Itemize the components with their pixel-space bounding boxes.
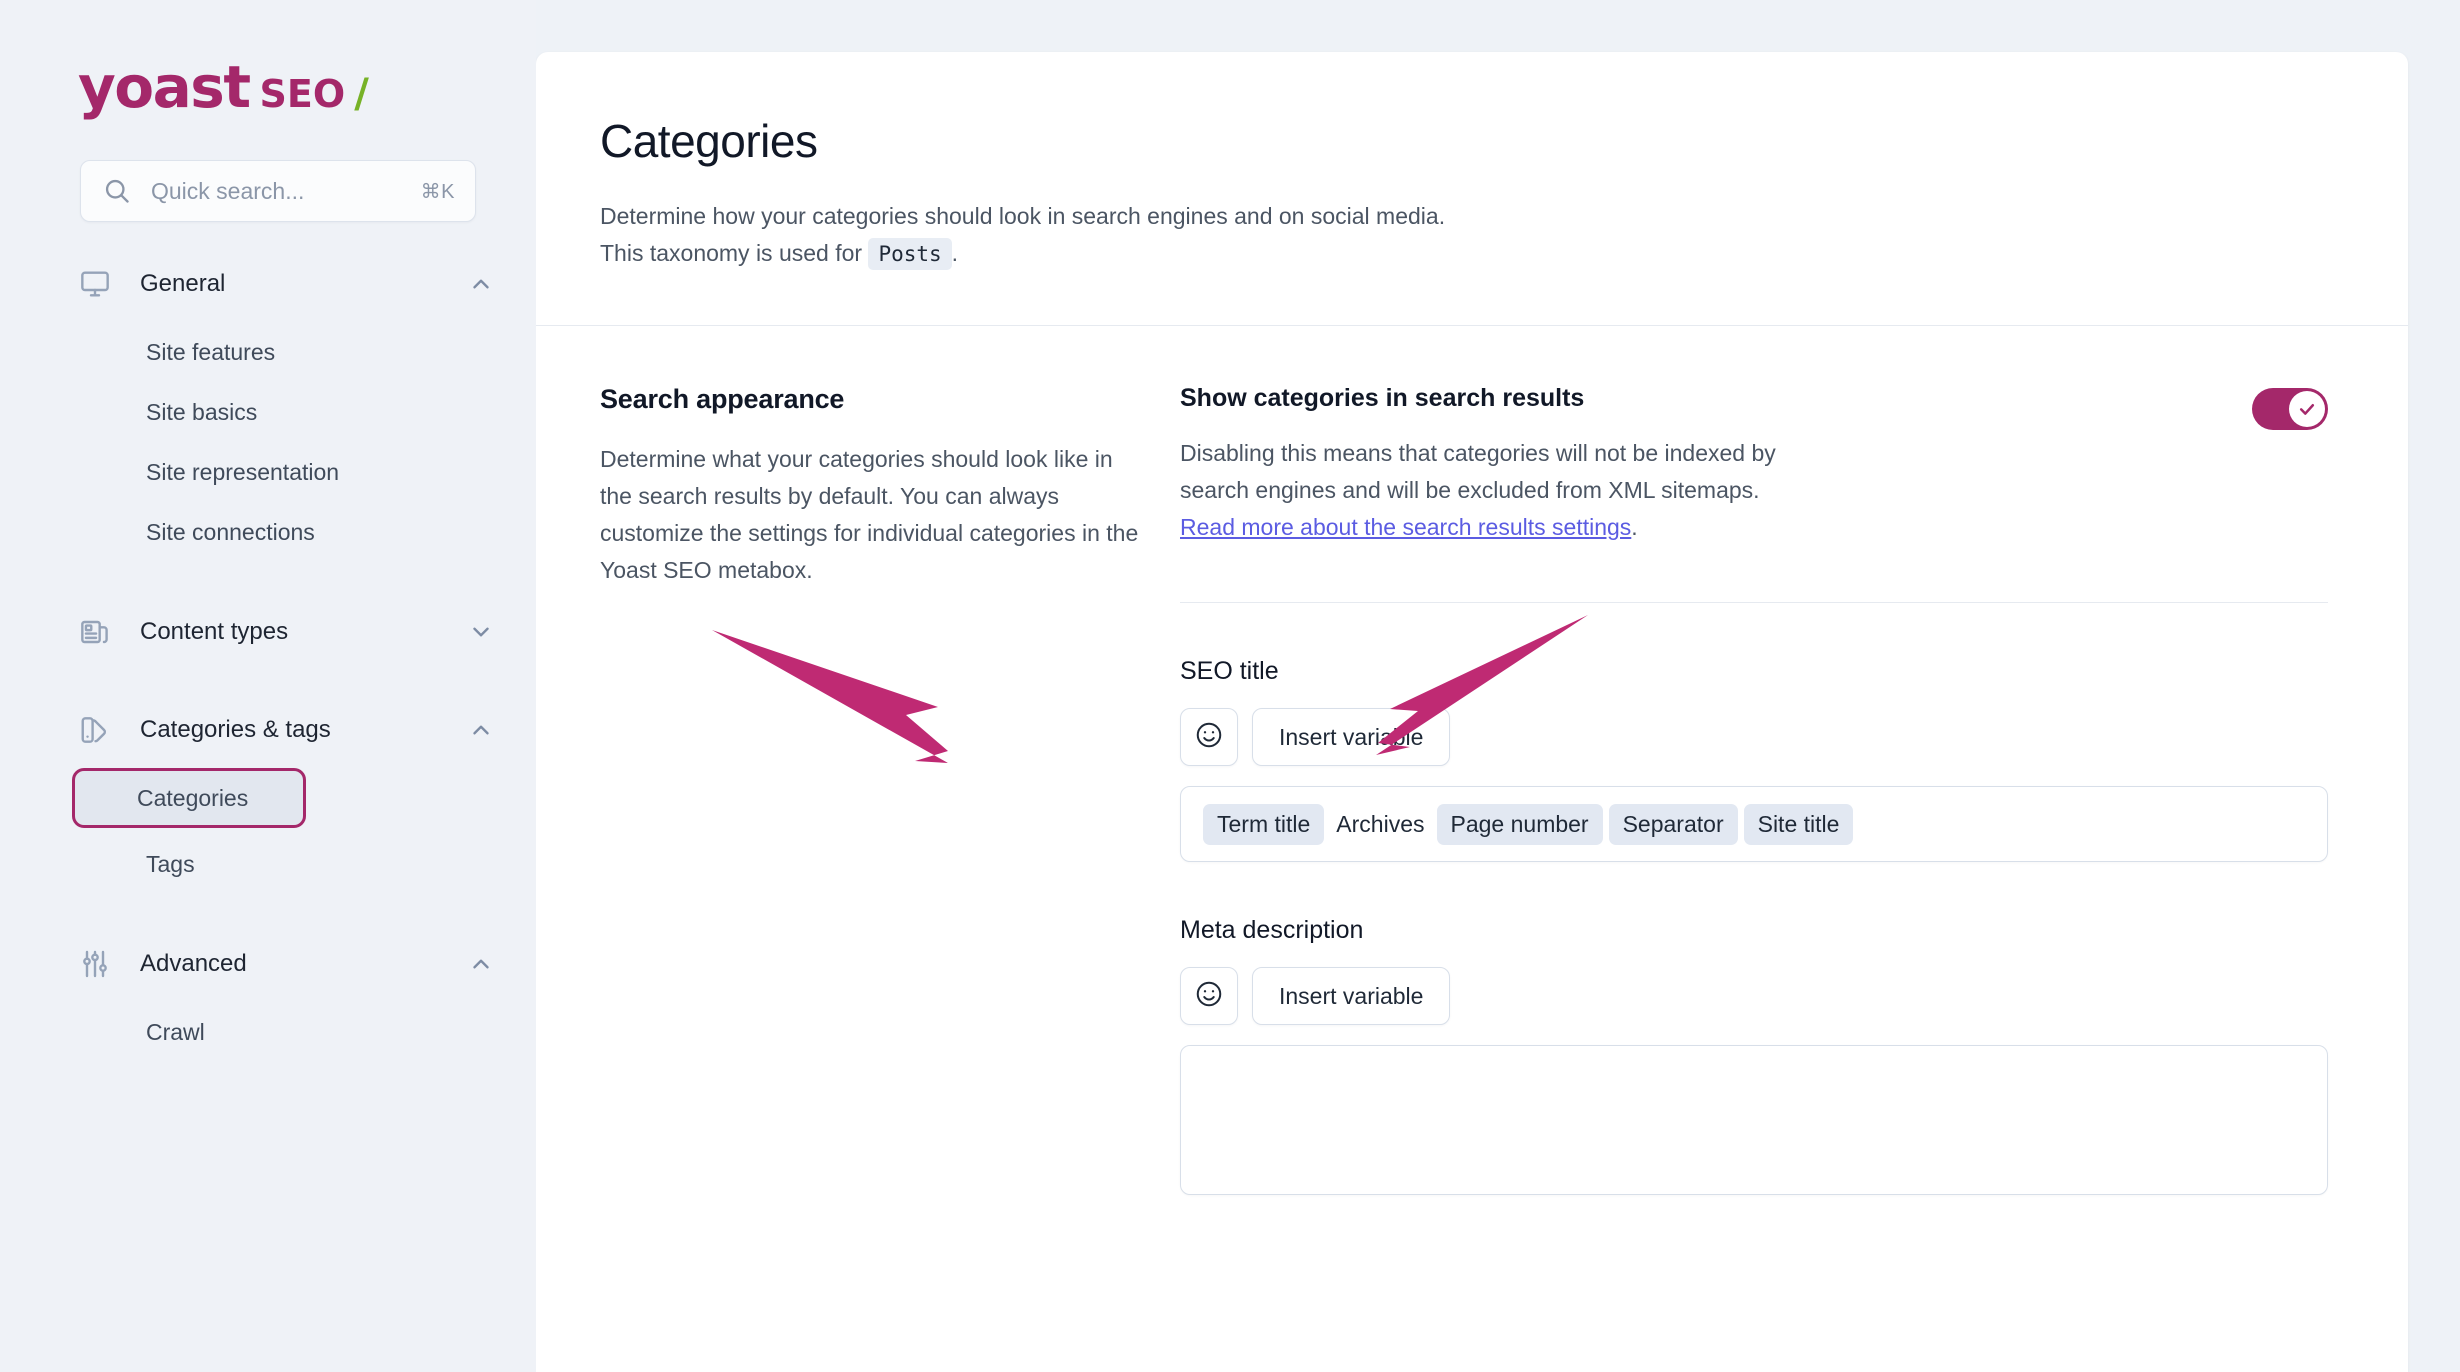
sliders-icon — [78, 948, 112, 980]
meta-description-button-row: Insert variable — [1180, 967, 2328, 1026]
monitor-icon — [78, 268, 112, 300]
logo-yoast-text: yoast — [78, 53, 251, 121]
card-header: Categories Determine how your categories… — [536, 52, 2408, 325]
switch-knob — [2289, 390, 2325, 427]
meta-description-field-block: Meta description Insert variable — [1180, 916, 2328, 1196]
sidebar-subnav-general: Site features Site basics Site represent… — [0, 322, 536, 562]
variable-tag-term-title[interactable]: Term title — [1203, 803, 1325, 845]
variable-tag-archives: Archives — [1336, 810, 1425, 837]
article-icon — [78, 616, 112, 648]
sidebar-group-advanced-label: Advanced — [140, 950, 247, 977]
meta-description-label: Meta description — [1180, 916, 1364, 945]
meta-description-emoji-button[interactable] — [1180, 967, 1238, 1026]
sidebar-item-tags[interactable]: Tags — [78, 834, 508, 894]
sidebar-group-categories-tags[interactable]: Categories & tags — [0, 702, 536, 758]
sidebar: yoast SEO / Quick search... ⌘K General S… — [0, 0, 536, 1372]
search-appearance-heading: Search appearance — [600, 383, 845, 414]
variable-tag-site-title[interactable]: Site title — [1743, 803, 1854, 845]
variable-tag-page-number[interactable]: Page number — [1436, 803, 1603, 845]
seo-title-label: SEO title — [1180, 657, 1279, 686]
insert-variable-label: Insert variable — [1279, 723, 1424, 750]
logo-slash: / — [354, 71, 369, 117]
sidebar-item-label: Categories — [137, 784, 249, 811]
show-categories-switch[interactable] — [2252, 387, 2328, 430]
sidebar-item-categories[interactable]: Categories — [72, 768, 306, 828]
page-description-line2: This taxonomy is used for Posts. — [600, 235, 2328, 272]
search-appearance-intro: Search appearance Determine what your ca… — [600, 384, 1180, 1196]
seo-title-input[interactable]: Term title Archives Page number Separato… — [1180, 786, 2328, 863]
quick-search-placeholder: Quick search... — [151, 177, 305, 204]
sidebar-item-label: Site representation — [146, 458, 340, 485]
page-description-line1: Determine how your categories should loo… — [600, 203, 1446, 229]
sidebar-item-label: Crawl — [146, 1018, 205, 1045]
sidebar-group-general-label: General — [140, 270, 226, 297]
sidebar-item-site-connections[interactable]: Site connections — [78, 502, 508, 562]
sidebar-group-advanced[interactable]: Advanced — [0, 936, 536, 992]
chevron-up-icon[interactable] — [468, 717, 494, 743]
seo-title-button-row: Insert variable — [1180, 708, 2328, 767]
show-categories-label: Show categories in search results — [1180, 383, 1585, 412]
toggle-desc-after-link: . — [1631, 514, 1638, 540]
sidebar-subnav-advanced: Crawl Premium — [0, 1002, 536, 1062]
search-icon — [103, 177, 131, 205]
page-description: Determine how your categories should loo… — [600, 198, 2328, 273]
sidebar-item-crawl[interactable]: Crawl Premium — [78, 1002, 508, 1062]
logo-seo-text: SEO — [259, 72, 346, 116]
chevron-up-icon[interactable] — [468, 271, 494, 297]
seo-title-field-block: SEO title Insert variable Term title Arc… — [712, 615, 2328, 863]
show-categories-text: Show categories in search results Disabl… — [1180, 384, 2252, 547]
sidebar-nav: General Site features Site basics Site r… — [0, 256, 536, 1062]
sidebar-item-label: Tags — [146, 850, 195, 877]
taxonomy-prefix-text: This taxonomy is used for — [600, 240, 863, 267]
brand-logo[interactable]: yoast SEO / — [0, 0, 536, 116]
sidebar-item-site-features[interactable]: Site features — [78, 322, 508, 382]
insert-variable-label: Insert variable — [1279, 982, 1424, 1009]
sidebar-group-categories-tags-label: Categories & tags — [140, 716, 331, 743]
meta-description-input[interactable] — [1180, 1045, 2328, 1196]
page-title: Categories — [600, 115, 818, 167]
smiley-icon — [1194, 720, 1224, 755]
sidebar-item-label: Site basics — [146, 398, 258, 425]
sidebar-group-content-types-label: Content types — [140, 618, 289, 645]
taxonomy-suffix-text: . — [951, 240, 959, 267]
read-more-link[interactable]: Read more about the search results setti… — [1180, 514, 1631, 540]
sidebar-item-label: Site features — [146, 338, 276, 365]
seo-title-insert-variable-button[interactable]: Insert variable — [1252, 708, 1451, 767]
meta-description-insert-variable-button[interactable]: Insert variable — [1252, 967, 1451, 1026]
sidebar-group-content-types[interactable]: Content types — [0, 604, 536, 660]
variable-tag-separator[interactable]: Separator — [1608, 803, 1738, 845]
toggle-desc-before-link: Disabling this means that categories wil… — [1180, 439, 1776, 503]
sidebar-item-label: Site connections — [146, 518, 315, 545]
tags-icon — [78, 714, 112, 746]
main-content: Categories Determine how your categories… — [536, 0, 2460, 1372]
quick-search-shortcut: ⌘K — [420, 180, 455, 203]
show-categories-toggle-row: Show categories in search results Disabl… — [1180, 384, 2328, 547]
seo-title-emoji-button[interactable] — [1180, 708, 1238, 767]
sidebar-subnav-categories-tags: Categories Tags — [0, 768, 536, 894]
smiley-icon — [1194, 979, 1224, 1014]
section-divider — [1180, 602, 2328, 604]
sidebar-item-site-representation[interactable]: Site representation — [78, 442, 508, 502]
check-icon — [2299, 403, 2315, 415]
settings-card: Categories Determine how your categories… — [536, 52, 2408, 1372]
taxonomy-chip: Posts — [868, 238, 952, 271]
search-appearance-fields: Show categories in search results Disabl… — [712, 384, 2328, 1196]
search-appearance-section: Search appearance Determine what your ca… — [536, 326, 2408, 1196]
app-root: yoast SEO / Quick search... ⌘K General S… — [0, 0, 2460, 1372]
chevron-up-icon[interactable] — [468, 951, 494, 977]
chevron-down-icon[interactable] — [468, 619, 494, 645]
quick-search-input[interactable]: Quick search... ⌘K — [80, 160, 476, 222]
sidebar-group-general[interactable]: General — [0, 256, 536, 312]
search-appearance-description: Determine what your categories should lo… — [600, 445, 1139, 584]
sidebar-item-site-basics[interactable]: Site basics — [78, 382, 508, 442]
show-categories-description: Disabling this means that categories wil… — [1180, 435, 1800, 547]
